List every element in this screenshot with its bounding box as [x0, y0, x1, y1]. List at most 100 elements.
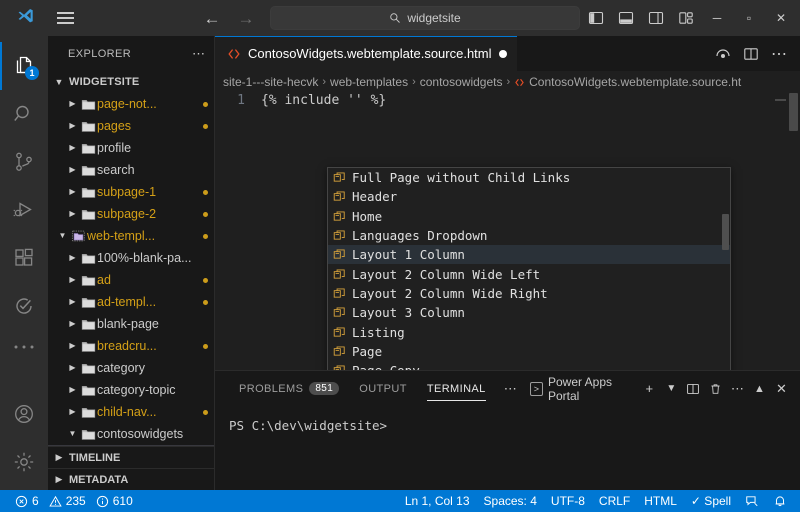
status-spell-checker[interactable]: ✓ Spell [684, 490, 738, 512]
suggestion-item[interactable]: Layout 2 Column Wide Left [328, 264, 730, 283]
file-tree[interactable]: ▶ page-not... ▶ pages ▶ profile ▶ search ▶ subpag… [48, 93, 214, 446]
activity-item-extensions[interactable] [0, 234, 48, 282]
suggestion-label: Page [352, 343, 383, 359]
terminal-output[interactable]: PS C:\dev\widgetsite> [215, 406, 800, 490]
html-file-icon [227, 47, 241, 61]
window-minimize-button[interactable]: ─ [702, 3, 732, 33]
sidebar-section-metadata[interactable]: ▶ METADATA [48, 468, 214, 490]
suggestion-item[interactable]: Full Page without Child Links [328, 168, 730, 187]
status-language-mode[interactable]: HTML [637, 490, 684, 512]
tree-folder-item[interactable]: ▶ ad-templ... [48, 291, 214, 313]
suggestion-dropdown[interactable]: Full Page without Child Links Header Home L… [327, 167, 731, 370]
arrow-right-icon[interactable]: → [236, 10, 256, 27]
unsaved-indicator-icon[interactable] [498, 49, 507, 58]
tree-folder-item[interactable]: ▶ blank-page [48, 313, 214, 335]
toggle-panel-icon[interactable] [612, 5, 640, 31]
activity-item-settings[interactable] [0, 438, 48, 486]
tree-folder-item[interactable]: ▶ search [48, 159, 214, 181]
tree-folder-item[interactable]: ▶ breadcru... [48, 335, 214, 357]
tree-folder-item[interactable]: ▶ child-nav... [48, 401, 214, 423]
suggestion-item[interactable]: Layout 1 Column [328, 245, 730, 265]
tree-folder-item[interactable]: ▼ contosowidgets [48, 423, 214, 445]
suggestion-item[interactable]: Layout 2 Column Wide Right [328, 284, 730, 303]
sidebar-actions-ellipsis-icon[interactable]: ⋯ [192, 46, 206, 62]
terminal-prompt: PS C:\dev\widgetsite> [229, 418, 388, 433]
window-close-button[interactable]: ✕ [766, 3, 796, 33]
close-panel-icon[interactable]: ✕ [771, 377, 792, 401]
testing-icon [16, 298, 32, 314]
activity-item-accounts[interactable] [0, 390, 48, 438]
editor-scrollbar[interactable] [786, 93, 800, 370]
activity-item-run-and-debug[interactable] [0, 186, 48, 234]
editor-tab-contosowidgets[interactable]: ContosoWidgets.webtemplate.source.html [215, 36, 517, 71]
breadcrumb-item[interactable]: web-templates [330, 75, 408, 89]
panel-more-actions-icon[interactable]: ⋯ [727, 377, 748, 401]
tree-folder-item[interactable]: ▶ subpage-1 [48, 181, 214, 203]
tree-folder-item[interactable]: ▶ 100%-blank-pa... [48, 247, 214, 269]
tree-folder-item[interactable]: ▶ ad [48, 269, 214, 291]
editor-minimap[interactable] [772, 93, 786, 370]
chevron-down-icon[interactable]: ▼ [661, 377, 682, 401]
suggestion-list[interactable]: Full Page without Child Links Header Home L… [328, 168, 730, 370]
tree-folder-item[interactable]: ▶ profile [48, 137, 214, 159]
panel-tab-problems[interactable]: PROBLEMS 851 [229, 371, 349, 406]
status-eol[interactable]: CRLF [592, 490, 637, 512]
toggle-primary-sidebar-icon[interactable] [582, 5, 610, 31]
customize-layout-icon[interactable] [672, 5, 700, 31]
tree-folder-item[interactable]: ▼ web-templ... [48, 225, 214, 247]
suggestion-item[interactable]: Languages Dropdown [328, 226, 730, 245]
command-center-search[interactable]: widgetsite [270, 6, 580, 30]
suggestion-item[interactable]: Header [328, 187, 730, 206]
editor-more-actions-icon[interactable]: ⋯ [766, 41, 792, 67]
panel-tab-terminal[interactable]: TERMINAL [417, 371, 496, 406]
breadcrumb-item[interactable]: contosowidgets [420, 75, 503, 89]
suggestion-item[interactable]: Home [328, 207, 730, 226]
suggestion-scrollbar[interactable] [722, 214, 729, 250]
tree-item-label: page-not... [97, 97, 157, 111]
new-terminal-icon[interactable]: + [639, 377, 660, 401]
tree-folder-item[interactable]: ▶ category [48, 357, 214, 379]
chevron-right-icon: ▶ [69, 121, 76, 130]
activity-item-more-views[interactable] [0, 330, 48, 364]
code-editor[interactable]: 1 {% include '' %} Full Page without Chi… [215, 93, 800, 370]
warning-icon [48, 495, 62, 508]
activity-item-testing[interactable] [0, 282, 48, 330]
activity-item-explorer[interactable]: 1 [0, 42, 48, 90]
preview-icon[interactable] [710, 41, 736, 67]
panel-tab-output[interactable]: OUTPUT [349, 371, 417, 406]
split-editor-icon[interactable] [738, 41, 764, 67]
window-maximize-button[interactable]: ▫ [734, 3, 764, 33]
tree-folder-item[interactable]: ▶ pages [48, 115, 214, 137]
tree-file-item[interactable]: ContosoWidg [48, 445, 214, 446]
breadcrumb-item[interactable]: site-1---site-hecvk [223, 75, 318, 89]
editor-area: ContosoWidgets.webtemplate.source.html ⋯… [215, 36, 800, 490]
kill-terminal-icon[interactable] [705, 377, 726, 401]
suggestion-item[interactable]: Page [328, 342, 730, 361]
breadcrumb[interactable]: site-1---site-hecvk › web-templates › contos… [215, 71, 800, 93]
status-cursor-position[interactable]: Ln 1, Col 13 [398, 490, 477, 512]
menu-hamburger-icon[interactable] [54, 9, 77, 27]
panel-more-tabs-icon[interactable]: ⋯ [496, 381, 526, 397]
arrow-left-icon[interactable]: ← [202, 10, 222, 27]
feedback-icon[interactable] [738, 490, 766, 512]
tree-folder-item[interactable]: ▶ subpage-2 [48, 203, 214, 225]
breadcrumb-item[interactable]: ContosoWidgets.webtemplate.source.ht [529, 75, 741, 89]
activity-item-search[interactable] [0, 90, 48, 138]
suggestion-item[interactable]: Layout 3 Column [328, 303, 730, 322]
status-problems[interactable]: 6 235 610 [8, 490, 140, 512]
maximize-panel-icon[interactable]: ▲ [749, 377, 770, 401]
suggestion-item[interactable]: Listing [328, 322, 730, 341]
status-indentation[interactable]: Spaces: 4 [477, 490, 544, 512]
tree-folder-item[interactable]: ▶ category-topic [48, 379, 214, 401]
notifications-bell-icon[interactable] [766, 490, 794, 512]
suggestion-label: Layout 3 Column [352, 305, 465, 321]
tree-folder-item[interactable]: ▶ page-not... [48, 93, 214, 115]
sidebar-section-timeline[interactable]: ▶ TIMELINE [48, 446, 214, 468]
explorer-root-widgetsite[interactable]: ▼ WIDGETSITE [48, 71, 214, 93]
split-terminal-icon[interactable] [683, 377, 704, 401]
toggle-secondary-sidebar-icon[interactable] [642, 5, 670, 31]
activity-item-source-control[interactable] [0, 138, 48, 186]
status-encoding[interactable]: UTF-8 [544, 490, 592, 512]
suggestion-item[interactable]: Page Copy [328, 361, 730, 370]
terminal-profile-selector[interactable]: > Power Apps Portal [526, 375, 638, 403]
